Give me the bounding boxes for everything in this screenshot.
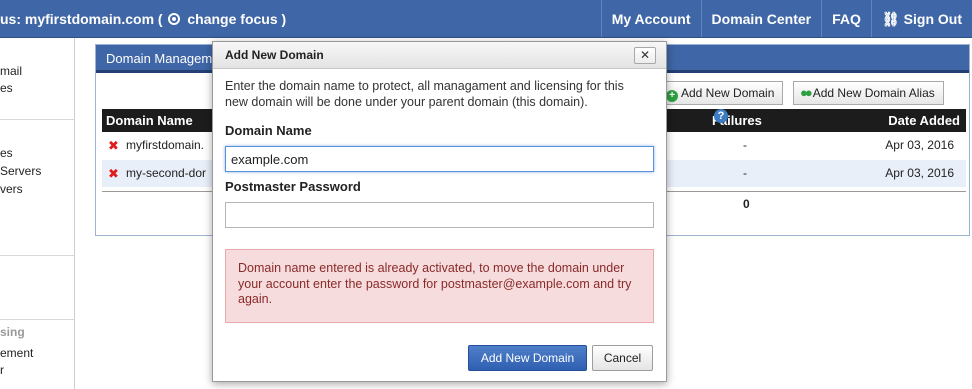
domain-name-input[interactable] (225, 146, 654, 172)
nav-sign-out[interactable]: ⛓ Sign Out (870, 0, 972, 37)
sign-out-label: Sign Out (903, 11, 962, 27)
help-icon[interactable]: ? (714, 109, 728, 123)
sidebar: mail es es Servers vers sing ement r (0, 38, 75, 389)
failures-cell: - (743, 166, 747, 180)
delete-icon[interactable]: ✖ (108, 160, 119, 187)
sidebar-divider (0, 319, 74, 320)
sidebar-item[interactable]: r (0, 363, 4, 377)
sidebar-section-heading: sing (0, 325, 25, 339)
cancel-button[interactable]: Cancel (592, 345, 653, 371)
total-failures: 0 (743, 197, 750, 211)
add-new-domain-label: Add New Domain (681, 86, 775, 100)
add-icon: + (666, 90, 678, 102)
dialog-titlebar[interactable]: Add New Domain ✕ (213, 42, 666, 69)
domain-name-cell[interactable]: my-second-dor (126, 160, 206, 187)
current-focus: us: myfirstdomain.com ( change focus ) (0, 0, 601, 37)
add-new-domain-button[interactable]: + Add New Domain (659, 81, 784, 105)
add-new-domain-alias-label: Add New Domain Alias (812, 86, 935, 100)
sidebar-item[interactable]: es (0, 146, 13, 160)
dialog-title: Add New Domain (225, 48, 324, 62)
sidebar-divider (0, 119, 74, 120)
users-icon: ●● (800, 85, 813, 100)
sidebar-divider (0, 255, 74, 256)
sidebar-item[interactable]: mail (0, 64, 22, 78)
domain-name-label: Domain Name (225, 123, 312, 138)
domain-name-cell[interactable]: myfirstdomain. (126, 132, 204, 159)
add-new-domain-dialog: Add New Domain ✕ Enter the domain name t… (212, 41, 667, 382)
top-navigation-bar: us: myfirstdomain.com ( change focus ) M… (0, 0, 972, 38)
column-date-added[interactable]: Date Added (888, 109, 960, 132)
close-icon[interactable]: ✕ (634, 47, 656, 64)
nav-my-account[interactable]: My Account (600, 0, 701, 37)
column-domain-name[interactable]: Domain Name (106, 109, 193, 132)
postmaster-password-label: Postmaster Password (225, 179, 361, 194)
sidebar-item[interactable]: es (0, 81, 13, 95)
date-added-cell: Apr 03, 2016 (885, 138, 954, 152)
focus-domain-text: us: myfirstdomain.com ( (0, 11, 163, 27)
add-new-domain-alias-button[interactable]: ●● Add New Domain Alias (793, 81, 944, 105)
nav-faq[interactable]: FAQ (821, 0, 871, 37)
sidebar-item[interactable]: Servers (0, 164, 41, 178)
sidebar-item[interactable]: vers (0, 182, 23, 196)
change-focus-link[interactable]: change focus (187, 11, 277, 27)
date-added-cell: Apr 03, 2016 (885, 166, 954, 180)
add-new-domain-submit-button[interactable]: Add New Domain (468, 345, 587, 371)
sign-out-icon: ⛓ (881, 11, 900, 27)
nav-domain-center[interactable]: Domain Center (700, 0, 822, 37)
failures-cell: - (743, 138, 747, 152)
delete-icon[interactable]: ✖ (108, 132, 119, 159)
focus-closing-paren: ) (281, 11, 287, 27)
sidebar-item[interactable]: ement (0, 346, 33, 360)
dialog-description: Enter the domain name to protect, all ma… (225, 79, 624, 109)
error-message: Domain name entered is already activated… (225, 249, 654, 323)
postmaster-password-input[interactable] (225, 202, 654, 228)
target-icon (168, 13, 181, 25)
